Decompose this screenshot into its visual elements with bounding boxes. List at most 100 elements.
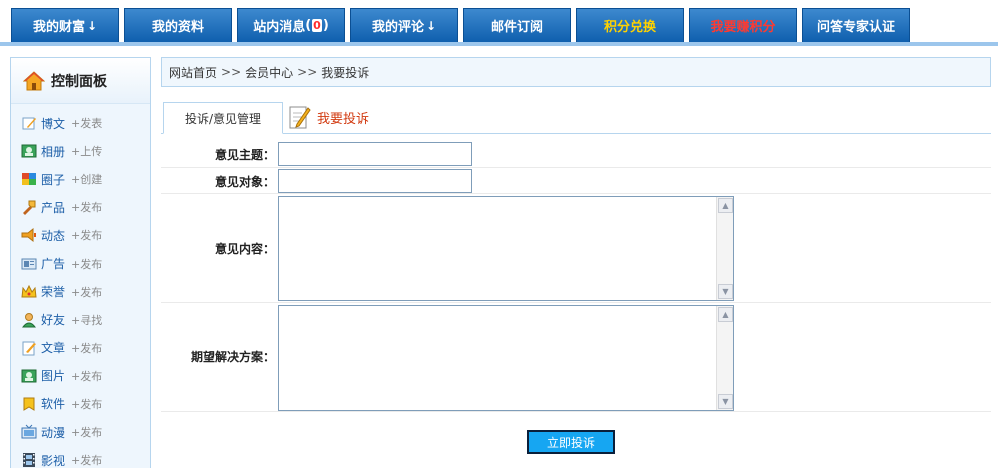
sidebar-item-name[interactable]: 好友 [41,311,71,328]
crown-icon [21,284,37,298]
nav-tab-expert-certification[interactable]: 问答专家认证 [802,8,910,42]
sidebar-item-action[interactable]: +发布 [71,424,102,440]
sidebar-item-name[interactable]: 软件 [41,395,71,412]
scroll-up-icon[interactable]: ▲ [718,198,733,213]
breadcrumb-home-link[interactable]: 网站首页 [169,64,217,81]
nav-tab-points-exchange[interactable]: 积分兑换 [576,8,684,42]
sidebar-item-ad[interactable]: 广告 +发布 [11,249,150,277]
nav-tab-comments[interactable]: 我的评论 ↓ [350,8,458,42]
tab-file-complaint[interactable]: 我要投诉 [289,102,369,132]
sidebar-item-honor[interactable]: 荣誉 +发布 [11,278,150,306]
form-row-target: 意见对象： [161,168,991,194]
target-input[interactable] [278,169,472,193]
breadcrumb-member-center-link[interactable]: 会员中心 [245,64,293,81]
sidebar-item-picture[interactable]: 图片 +发布 [11,362,150,390]
sidebar-item-news[interactable]: 动态 +发布 [11,221,150,249]
textarea-scrollbar[interactable]: ▲ ▼ [716,197,733,300]
sidebar-item-name[interactable]: 广告 [41,255,71,272]
scroll-down-icon[interactable]: ▼ [718,394,733,409]
sidebar-item-name[interactable]: 圈子 [41,171,71,188]
sidebar-item-product[interactable]: 产品 +发布 [11,193,150,221]
sidebar-item-anime[interactable]: 动漫 +发布 [11,418,150,446]
form-row-content: 意见内容： ▲ ▼ [161,194,991,303]
sidebar-item-name[interactable]: 动态 [41,227,71,244]
sidebar-item-action[interactable]: +发布 [71,199,102,215]
sidebar-item-action[interactable]: +发布 [71,284,102,300]
sidebar-item-action[interactable]: +发布 [71,396,102,412]
scroll-down-icon[interactable]: ▼ [718,284,733,299]
message-count-badge: 0 [312,19,322,32]
ad-icon [21,258,37,270]
nav-tab-label: 问答专家认证 [816,20,895,35]
content-tabs: 投诉/意见管理 我要投诉 [161,100,991,134]
breadcrumb-separator: >> [297,65,318,79]
sidebar-item-action[interactable]: +寻找 [71,312,102,328]
nav-tab-label: 我的资料 [151,20,204,35]
nav-tab-subscription[interactable]: 邮件订阅 [463,8,571,42]
sidebar-item-name[interactable]: 动漫 [41,424,71,441]
sidebar-item-blog[interactable]: 博文 +发表 [11,109,150,137]
sidebar-item-action[interactable]: +发布 [71,340,102,356]
content-label: 意见内容： [214,242,275,256]
nav-tab-label: 我的评论 [371,20,424,35]
sidebar-item-action[interactable]: +发布 [71,368,102,384]
sidebar-item-article[interactable]: 文章 +发布 [11,334,150,362]
dropdown-arrow-icon: ↓ [425,18,437,33]
circle-icon [22,173,36,186]
album-icon [21,144,37,158]
tabs-divider [161,133,991,134]
nav-tab-label: 我的财富 [32,20,85,35]
film-icon [23,453,35,468]
sidebar-item-name[interactable]: 荣誉 [41,283,71,300]
anime-icon [21,424,37,439]
control-panel-title: 控制面板 [51,73,107,90]
sidebar-menu: 博文 +发表 相册 +上传 圈子 +创建 产品 +发布 动态 +发布 广告 +发… [11,104,150,468]
friend-icon [21,312,37,328]
nav-tab-messages[interactable]: 站内消息(0) [237,8,345,42]
sidebar-item-album[interactable]: 相册 +上传 [11,137,150,165]
nav-baseline [0,42,998,46]
solution-textarea[interactable]: ▲ ▼ [278,305,734,411]
scroll-up-icon[interactable]: ▲ [718,307,733,322]
dropdown-arrow-icon: ↓ [86,18,98,33]
sidebar-item-name[interactable]: 相册 [41,143,71,160]
tab-label: 我要投诉 [317,111,370,127]
nav-tab-label: 积分兑换 [603,20,656,35]
tab-complaint-management[interactable]: 投诉/意见管理 [163,102,283,134]
form-row-solution: 期望解决方案： ▲ ▼ [161,303,991,412]
subject-input[interactable] [278,142,472,166]
sidebar-item-action[interactable]: +上传 [71,143,102,159]
home-icon [23,70,45,90]
nav-tab-profile[interactable]: 我的资料 [124,8,232,42]
nav-tab-label: 我要赚积分 [710,20,776,35]
sidebar-item-action[interactable]: +发表 [71,115,102,131]
subject-label: 意见主题： [214,148,275,162]
content-textarea[interactable]: ▲ ▼ [278,196,734,301]
sidebar-item-action[interactable]: +创建 [71,171,102,187]
sidebar-item-name[interactable]: 文章 [41,339,71,356]
breadcrumb-separator: >> [221,65,242,79]
nav-tab-label: 邮件订阅 [490,20,543,35]
blog-icon [22,117,36,130]
sidebar-item-name[interactable]: 产品 [41,199,71,216]
sidebar-item-action[interactable]: +发布 [71,452,102,468]
submit-complaint-button[interactable]: 立即投诉 [527,430,615,454]
breadcrumb: 网站首页 >> 会员中心 >> 我要投诉 [161,57,991,87]
sidebar-item-circle[interactable]: 圈子 +创建 [11,165,150,193]
sidebar-item-action[interactable]: +发布 [71,256,102,272]
sidebar-item-name[interactable]: 图片 [41,367,71,384]
sidebar-item-film[interactable]: 影视 +发布 [11,446,150,468]
picture-icon [21,369,37,383]
textarea-scrollbar[interactable]: ▲ ▼ [716,306,733,410]
sidebar-item-action[interactable]: +发布 [71,227,102,243]
form-row-subject: 意见主题： [161,140,991,168]
breadcrumb-current-page: 我要投诉 [321,65,370,80]
nav-tab-wealth[interactable]: 我的财富 ↓ [11,8,119,42]
sidebar-item-name[interactable]: 博文 [41,115,71,132]
sidebar-item-software[interactable]: 软件 +发布 [11,390,150,418]
news-icon [21,228,36,243]
sidebar-item-friend[interactable]: 好友 +寻找 [11,306,150,334]
sidebar-item-name[interactable]: 影视 [41,452,71,468]
nav-tab-earn-points[interactable]: 我要赚积分 [689,8,797,42]
nav-tab-label: 站内消息 [253,20,306,35]
